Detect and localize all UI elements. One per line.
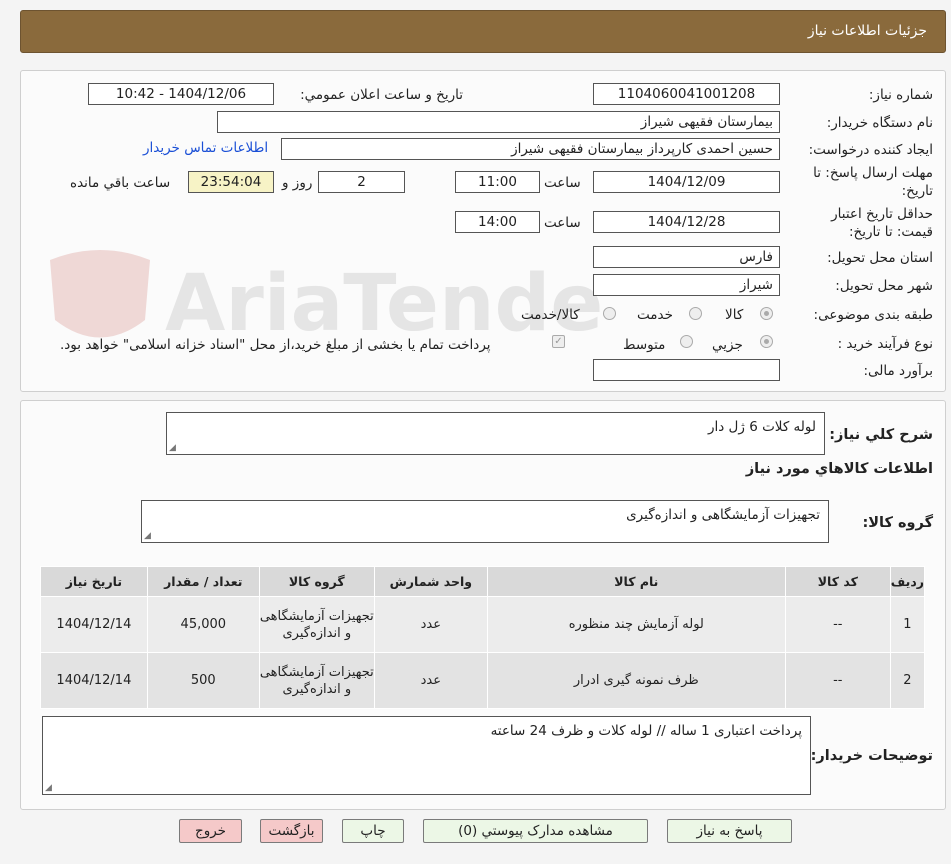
buyer-contact-link[interactable]: اطلاعات تماس خريدار <box>143 140 268 156</box>
days-field: 2 <box>318 171 405 193</box>
attachments-button[interactable]: مشاهده مدارک پيوستي (0) <box>423 819 648 843</box>
page-header: جزئیات اطلاعات نیاز <box>20 10 946 53</box>
requester-field: حسین احمدی کارپرداز بیمارستان فقیهی شیرا… <box>281 138 780 160</box>
category-service-radio[interactable] <box>689 307 702 320</box>
table-row: 2 -- ظرف نمونه گیری ادرار عدد تجهیزات آز… <box>40 652 926 709</box>
delivery-province-label: استان محل تحويل: <box>827 250 933 266</box>
time-remaining-label: ساعت باقي مانده <box>70 175 171 191</box>
send-time-label: ساعت <box>544 175 581 191</box>
cell-need-date: 1404/12/14 <box>40 652 148 709</box>
cell-quantity: 45,000 <box>146 596 260 653</box>
remaining-time-field: 23:54:04 <box>188 171 274 193</box>
announce-datetime-field: 1404/12/06 - 10:42 <box>88 83 274 105</box>
send-date-field: 1404/12/09 <box>593 171 780 193</box>
purchase-type-label: نوع فرآيند خريد : <box>837 336 933 352</box>
budget-field <box>593 359 780 381</box>
col-goods-name: نام کالا <box>486 566 786 597</box>
goods-group-field: تجهیزات آزمایشگاهی و اندازه‌گیری ◢ <box>141 500 829 543</box>
category-service-label: خدمت <box>637 307 673 323</box>
cell-unit: عدد <box>373 596 488 653</box>
col-unit: واحد شمارش <box>373 566 488 597</box>
purchase-minor-label: جزيي <box>712 337 743 353</box>
cell-goods-name: ظرف نمونه گیری ادرار <box>486 652 786 709</box>
purchase-medium-label: متوسط <box>623 337 666 353</box>
exit-button[interactable]: خروج <box>179 819 242 843</box>
reply-button[interactable]: پاسخ به نياز <box>667 819 792 843</box>
requester-label: ايجاد کننده درخواست: <box>808 142 933 158</box>
col-goods-group: گروه کالا <box>258 566 375 597</box>
category-goods-service-radio[interactable] <box>603 307 616 320</box>
cell-quantity: 500 <box>146 652 260 709</box>
buyer-notes-field: پرداخت اعتباری 1 ساله // لوله کلات و ظرف… <box>42 716 811 795</box>
delivery-city-label: شهر محل تحويل: <box>835 278 933 294</box>
need-number-label: شماره نیاز: <box>868 87 933 103</box>
back-button[interactable]: بازگشت <box>260 819 323 843</box>
cell-goods-code: -- <box>784 596 891 653</box>
budget-label: برآورد مالی: <box>863 363 933 379</box>
cell-row-number: 1 <box>889 596 926 653</box>
resize-grip-icon[interactable]: ◢ <box>45 783 52 793</box>
send-time-field: 11:00 <box>455 171 540 193</box>
cell-need-date: 1404/12/14 <box>40 596 148 653</box>
cell-goods-group: تجهیزات آزمایشگاهی و اندازه‌گیری <box>258 652 375 709</box>
category-label: طبقه بندی موضوعی: <box>813 307 933 323</box>
announce-datetime-label: تاریخ و ساعت اعلان عمومي: <box>300 87 463 103</box>
validity-time-field: 14:00 <box>455 211 540 233</box>
cell-row-number: 2 <box>889 652 926 709</box>
buyer-org-label: نام دستگاه خريدار: <box>826 115 933 131</box>
col-quantity: تعداد / مقدار <box>146 566 260 597</box>
page-title: جزئیات اطلاعات نیاز <box>807 23 927 39</box>
cell-unit: عدد <box>373 652 488 709</box>
table-row: 1 -- لوله آزمایش چند منظوره عدد تجهیزات … <box>40 596 926 653</box>
resize-grip-icon[interactable]: ◢ <box>169 443 176 453</box>
buyer-notes-label: توضيحات خريدار: <box>810 748 933 764</box>
send-deadline-label: مهلت ارسال پاسخ: تا تاریخ: <box>813 165 933 199</box>
col-need-date: تاريخ نياز <box>40 566 148 597</box>
col-goods-code: کد کالا <box>784 566 891 597</box>
buyer-notes-text: پرداخت اعتباری 1 ساله // لوله کلات و ظرف… <box>490 723 802 739</box>
need-number-field: 1104060041001208 <box>593 83 780 105</box>
cell-goods-code: -- <box>784 652 891 709</box>
goods-group-label: گروه کالا: <box>862 515 933 531</box>
treasury-note: پرداخت تمام يا بخشی از مبلغ خريد،از محل … <box>60 337 491 353</box>
col-row-number: رديف <box>889 566 926 597</box>
validity-time-label: ساعت <box>544 215 581 231</box>
goods-table: رديف کد کالا نام کالا واحد شمارش گروه کا… <box>40 566 926 709</box>
goods-group-text: تجهیزات آزمایشگاهی و اندازه‌گیری <box>626 507 820 523</box>
province-field: فارس <box>593 246 780 268</box>
general-desc-label: شرح کلي نياز: <box>829 427 933 443</box>
category-goods-service-label: کالا/خدمت <box>521 307 580 323</box>
cell-goods-group: تجهیزات آزمایشگاهی و اندازه‌گیری <box>258 596 375 653</box>
general-desc-text: لوله کلات 6 ژل دار <box>707 419 816 435</box>
city-field: شیراز <box>593 274 780 296</box>
table-header-row: رديف کد کالا نام کالا واحد شمارش گروه کا… <box>40 566 926 597</box>
purchase-minor-radio[interactable] <box>760 335 773 348</box>
purchase-medium-radio[interactable] <box>680 335 693 348</box>
cell-goods-name: لوله آزمایش چند منظوره <box>486 596 786 653</box>
category-goods-radio[interactable] <box>760 307 773 320</box>
goods-info-heading: اطلاعات کالاهاي مورد نياز <box>745 461 933 477</box>
resize-grip-icon[interactable]: ◢ <box>144 531 151 541</box>
treasury-checkbox[interactable]: ✓ <box>552 335 565 348</box>
category-goods-label: کالا <box>725 307 744 323</box>
day-and-label: روز و <box>282 175 313 191</box>
validity-date-field: 1404/12/28 <box>593 211 780 233</box>
print-button[interactable]: چاپ <box>342 819 404 843</box>
validity-deadline-label: حداقل تاريخ اعتبار قيمت: تا تاريخ: <box>831 206 933 240</box>
buyer-org-field: بیمارستان فقیهی شیراز <box>217 111 780 133</box>
general-desc-field: لوله کلات 6 ژل دار ◢ <box>166 412 825 455</box>
